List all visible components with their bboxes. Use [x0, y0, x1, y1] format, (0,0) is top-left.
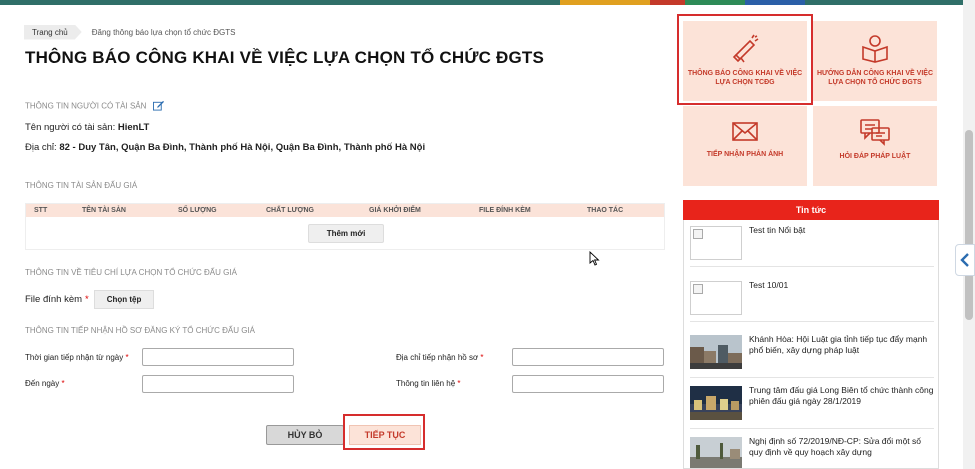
required-mark: * — [61, 379, 65, 388]
breadcrumb: Trang chủ Đăng thông báo lựa chọn tổ chứ… — [24, 24, 235, 40]
tile-guidance-label: HƯỚNG DẪN CÔNG KHAI VỀ VIỆC LỰA CHỌN TỔ … — [817, 70, 934, 87]
receipt-section-label: THÔNG TIN TIẾP NHẬN HỒ SƠ ĐĂNG KÝ TỔ CHỨ… — [25, 326, 256, 335]
file-attachment-row: File đính kèm * Chọn tệp — [25, 290, 155, 309]
choose-file-button[interactable]: Chọn tệp — [93, 290, 155, 309]
news-item[interactable]: Test tin Nổi bật — [690, 220, 934, 267]
scrollbar-thumb[interactable] — [965, 130, 973, 320]
asset-table: STT TÊN TÀI SẢN SỐ LƯỢNG CHẤT LƯỢNG GIÁ … — [25, 203, 665, 250]
owner-address-line: Địa chỉ: 82 - Duy Tân, Quận Ba Đình, Thà… — [25, 142, 425, 153]
required-mark: * — [480, 353, 484, 362]
tile-highlight-box — [677, 14, 813, 105]
top-bar-segment — [685, 0, 745, 5]
owner-section-label: THÔNG TIN NGƯỜI CÓ TÀI SẢN — [25, 101, 147, 111]
column-header: TÊN TÀI SẢN — [82, 207, 126, 214]
news-thumbnail — [690, 335, 742, 369]
contact-info-input[interactable] — [512, 375, 664, 393]
required-mark: * — [457, 379, 461, 388]
column-header: THAO TÁC — [587, 207, 624, 214]
top-bar-segment — [560, 0, 650, 5]
reader-book-icon — [862, 35, 888, 63]
column-header: SỐ LƯỢNG — [178, 207, 217, 214]
owner-name-value: HienLT — [117, 122, 150, 133]
news-title[interactable]: Nghị định số 72/2019/NĐ-CP: Sửa đổi một … — [749, 436, 935, 457]
column-header: GIÁ KHỞI ĐIỂM — [369, 207, 421, 214]
required-mark: * — [85, 294, 89, 305]
news-title[interactable]: Khánh Hòa: Hội Luật gia tỉnh tiếp tục đẩ… — [749, 334, 935, 355]
top-color-bar — [0, 0, 975, 5]
owner-address-label: Địa chỉ: — [25, 142, 60, 153]
top-bar-segment — [745, 0, 805, 5]
criteria-section-label: THÔNG TIN VỀ TIÊU CHÍ LỰA CHỌN TỔ CHỨC Đ… — [25, 268, 237, 277]
contact-info-label-group: Thông tin liên hệ * — [396, 379, 461, 388]
owner-name-label: Tên người có tài sản: — [25, 122, 118, 133]
asset-table-header: STT TÊN TÀI SẢN SỐ LƯỢNG CHẤT LƯỢNG GIÁ … — [26, 204, 664, 217]
envelope-icon — [732, 122, 758, 141]
column-header: FILE ĐÍNH KÈM — [479, 207, 531, 214]
top-bar-segment — [650, 0, 685, 5]
news-thumbnail — [690, 386, 742, 420]
breadcrumb-current: Đăng thông báo lựa chọn tổ chức ĐGTS — [91, 27, 236, 37]
from-date-label-group: Thời gian tiếp nhận từ ngày * — [25, 353, 129, 362]
asset-section-label: THÔNG TIN TÀI SẢN ĐẤU GIÁ — [25, 181, 138, 190]
news-thumbnail — [690, 281, 742, 315]
receipt-address-input[interactable] — [512, 348, 664, 366]
owner-section: THÔNG TIN NGƯỜI CÓ TÀI SẢN — [25, 100, 164, 113]
chevron-left-icon — [960, 253, 969, 267]
receipt-address-label-group: Địa chỉ tiếp nhận hồ sơ * — [396, 353, 484, 362]
required-mark: * — [125, 353, 129, 362]
breadcrumb-home-link[interactable]: Trang chủ — [24, 24, 82, 40]
chat-bubbles-icon — [860, 119, 890, 146]
tile-legal-qa-label: HỎI ĐÁP PHÁP LUẬT — [839, 153, 911, 160]
contact-info-label: Thông tin liên hệ — [396, 379, 456, 388]
tile-guidance[interactable]: HƯỚNG DẪN CÔNG KHAI VỀ VIỆC LỰA CHỌN TỔ … — [813, 21, 937, 101]
receipt-address-label: Địa chỉ tiếp nhận hồ sơ — [396, 353, 479, 362]
news-item[interactable]: Nghị định số 72/2019/NĐ-CP: Sửa đổi một … — [690, 431, 935, 468]
mouse-cursor-icon — [589, 250, 600, 271]
to-date-label-group: Đến ngày * — [25, 379, 65, 388]
cancel-button[interactable]: HỦY BỎ — [266, 425, 344, 445]
from-date-label: Thời gian tiếp nhận từ ngày — [25, 353, 124, 362]
to-date-label: Đến ngày — [25, 379, 60, 388]
news-item[interactable]: Khánh Hòa: Hội Luật gia tỉnh tiếp tục đẩ… — [690, 329, 934, 378]
side-panel-toggle[interactable] — [955, 244, 975, 276]
column-header: STT — [34, 207, 48, 214]
owner-address-value: 82 - Duy Tân, Quận Ba Đình, Thành phố Hà… — [59, 142, 426, 153]
continue-button[interactable]: TIẾP TỤC — [349, 425, 421, 445]
news-list: Test tin Nổi bật Test 10/01 Khánh Hòa: H… — [683, 220, 939, 469]
file-attachment-label: File đính kèm — [25, 294, 83, 305]
to-date-input[interactable] — [142, 375, 294, 393]
news-header: Tin tức — [683, 200, 939, 220]
edit-icon[interactable] — [152, 100, 164, 113]
news-title[interactable]: Test 10/01 — [749, 280, 935, 291]
tile-feedback-label: TIẾP NHẬN PHẢN ÁNH — [706, 151, 784, 158]
news-title[interactable]: Trung tâm đấu giá Long Biên tổ chức thàn… — [749, 385, 935, 406]
tile-feedback[interactable]: TIẾP NHẬN PHẢN ÁNH — [683, 106, 807, 186]
news-item[interactable]: Test 10/01 — [690, 275, 934, 322]
news-thumbnail — [690, 226, 742, 260]
from-date-input[interactable] — [142, 348, 294, 366]
page-title: THÔNG BÁO CÔNG KHAI VỀ VIỆC LỰA CHỌN TỔ … — [25, 48, 545, 67]
news-thumbnail — [690, 437, 742, 468]
add-asset-button[interactable]: Thêm mới — [308, 224, 384, 243]
news-item[interactable]: Trung tâm đấu giá Long Biên tổ chức thàn… — [690, 380, 934, 429]
tile-legal-qa[interactable]: HỎI ĐÁP PHÁP LUẬT — [813, 106, 937, 186]
column-header: CHẤT LƯỢNG — [266, 207, 314, 214]
owner-name-line: Tên người có tài sản: HienLT — [25, 122, 149, 133]
news-title[interactable]: Test tin Nổi bật — [749, 225, 935, 236]
